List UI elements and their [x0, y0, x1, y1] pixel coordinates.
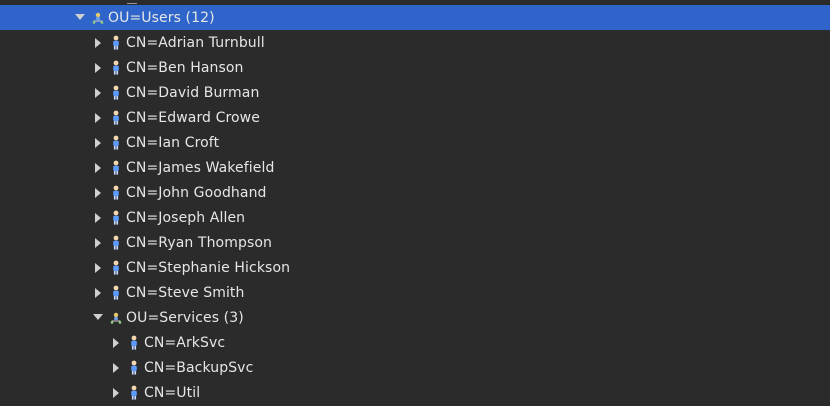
ou-icon: [92, 10, 104, 26]
tree-node-user[interactable]: CN=Edward Crowe: [0, 105, 830, 130]
chevron-right-icon[interactable]: [93, 37, 103, 48]
tree-node-label: CN=James Wakefield: [126, 159, 275, 176]
chevron-right-icon[interactable]: [93, 187, 103, 198]
tree-node-user[interactable]: CN=Ian Croft: [0, 130, 830, 155]
tree-node-label: CN=Adrian Turnbull: [126, 34, 265, 51]
chevron-right-icon[interactable]: [93, 137, 103, 148]
tree-node-user[interactable]: CN=David Burman: [0, 80, 830, 105]
tree-node-user[interactable]: CN=Util: [0, 380, 830, 405]
directory-tree: OU=Users (12) CN=Adrian Turnbull CN=Ben H…: [0, 0, 830, 406]
chevron-down-icon[interactable]: [75, 13, 85, 23]
tree-node-label: CN=Steve Smith: [126, 284, 245, 301]
chevron-right-icon[interactable]: [93, 87, 103, 98]
user-icon: [110, 185, 122, 201]
tree-node-label: CN=Stephanie Hickson: [126, 259, 291, 276]
tree-node-label: CN=John Goodhand: [126, 184, 267, 201]
tree-node-label: CN=Ben Hanson: [126, 59, 244, 76]
chevron-right-icon[interactable]: [93, 62, 103, 73]
tree-node-user[interactable]: CN=Ryan Thompson: [0, 230, 830, 255]
user-icon: [128, 360, 140, 376]
tree-node-user[interactable]: CN=Joseph Allen: [0, 205, 830, 230]
tree-node-label: CN=BackupSvc: [144, 359, 254, 376]
tree-node-label: CN=Ian Croft: [126, 134, 220, 151]
chevron-right-icon[interactable]: [111, 337, 121, 348]
cut-off-parent-node: [127, 0, 137, 4]
user-icon: [110, 260, 122, 276]
tree-node-user[interactable]: CN=Steve Smith: [0, 280, 830, 305]
tree-node-label: CN=ArkSvc: [144, 334, 226, 351]
user-icon: [110, 210, 122, 226]
tree-node-ou-users[interactable]: OU=Users (12): [0, 5, 830, 30]
chevron-right-icon[interactable]: [93, 112, 103, 123]
user-icon: [110, 285, 122, 301]
user-icon: [110, 135, 122, 151]
tree-node-user[interactable]: CN=Stephanie Hickson: [0, 255, 830, 280]
tree-node-label: OU=Users (12): [108, 9, 215, 26]
tree-node-label: CN=David Burman: [126, 84, 260, 101]
tree-node-user[interactable]: CN=John Goodhand: [0, 180, 830, 205]
user-icon: [110, 235, 122, 251]
chevron-right-icon[interactable]: [111, 387, 121, 398]
tree-node-user[interactable]: CN=ArkSvc: [0, 330, 830, 355]
user-icon: [110, 160, 122, 176]
tree-node-user[interactable]: CN=BackupSvc: [0, 355, 830, 380]
tree-node-label: OU=Services (3): [126, 309, 244, 326]
tree-node-label: CN=Util: [144, 384, 201, 401]
tree-node-user[interactable]: CN=Adrian Turnbull: [0, 30, 830, 55]
user-icon: [110, 110, 122, 126]
tree-node-ou-services[interactable]: OU=Services (3): [0, 305, 830, 330]
chevron-down-icon[interactable]: [93, 313, 103, 323]
tree-node-label: CN=Edward Crowe: [126, 109, 260, 126]
user-icon: [110, 60, 122, 76]
tree-node-label: CN=Joseph Allen: [126, 209, 246, 226]
chevron-right-icon[interactable]: [93, 212, 103, 223]
tree-node-user[interactable]: CN=James Wakefield: [0, 155, 830, 180]
user-icon: [110, 35, 122, 51]
tree-node-label: CN=Ryan Thompson: [126, 234, 272, 251]
chevron-right-icon[interactable]: [93, 287, 103, 298]
chevron-right-icon[interactable]: [93, 262, 103, 273]
chevron-right-icon[interactable]: [93, 162, 103, 173]
user-icon: [128, 385, 140, 401]
chevron-right-icon[interactable]: [111, 362, 121, 373]
ou-icon: [110, 310, 122, 326]
tree-node-user[interactable]: CN=Ben Hanson: [0, 55, 830, 80]
chevron-right-icon[interactable]: [93, 237, 103, 248]
user-icon: [110, 85, 122, 101]
user-icon: [128, 335, 140, 351]
